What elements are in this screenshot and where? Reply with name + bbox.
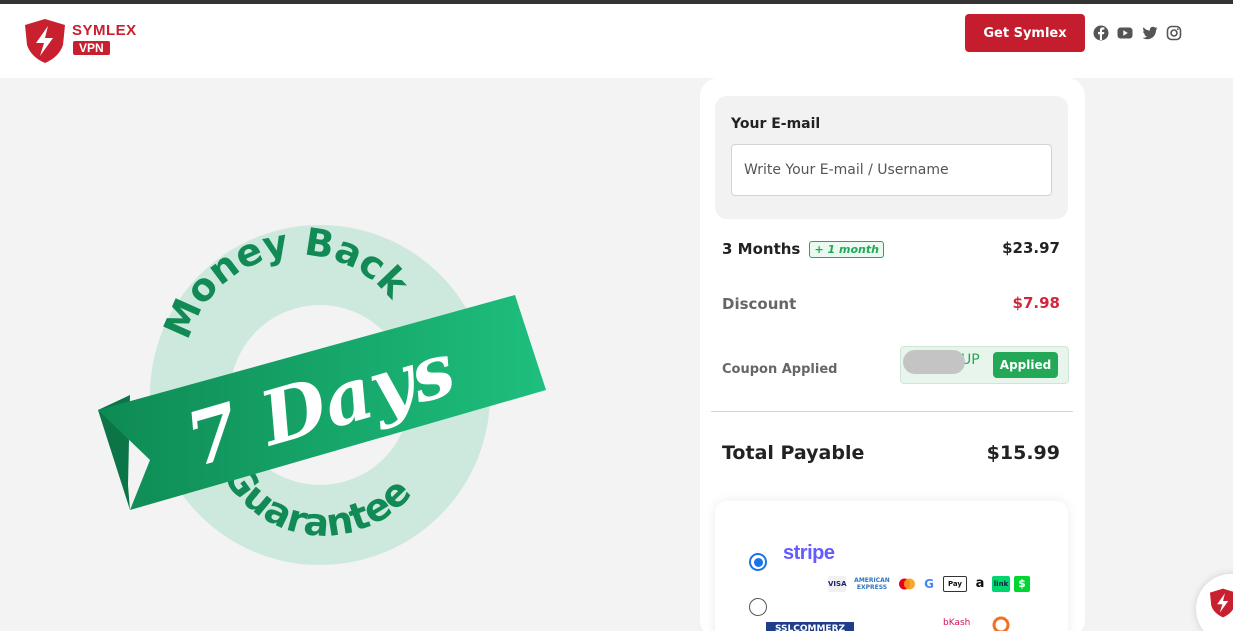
apple-pay-icon: Pay bbox=[943, 576, 967, 592]
sslcommerz-logo: SSLCOMMERZ bbox=[766, 622, 854, 631]
plan-bonus-badge: + 1 month bbox=[809, 241, 884, 258]
coupon-label: Coupon Applied bbox=[722, 362, 838, 377]
google-pay-icon: G bbox=[924, 577, 934, 591]
link-icon: link bbox=[992, 576, 1010, 592]
email-label: Your E-mail bbox=[731, 116, 821, 132]
twitter-icon[interactable] bbox=[1142, 25, 1158, 41]
amazon-pay-icon: a bbox=[975, 576, 985, 591]
stripe-logo: stripe bbox=[783, 542, 835, 564]
instagram-icon[interactable] bbox=[1166, 25, 1182, 41]
discount-row: Discount $7.98 bbox=[722, 294, 1060, 313]
coupon-applied-button[interactable]: Applied bbox=[993, 352, 1058, 378]
visa-icon: VISA bbox=[828, 576, 846, 592]
plan-row: 3 Months + 1 month $23.97 bbox=[722, 239, 1060, 258]
payment-radio-sslcommerz[interactable] bbox=[749, 598, 767, 616]
youtube-icon[interactable] bbox=[1117, 25, 1133, 41]
cash-app-icon: $ bbox=[1014, 576, 1030, 592]
total-row: Total Payable $15.99 bbox=[722, 442, 1060, 464]
plan-price: $23.97 bbox=[1002, 239, 1060, 257]
floating-chat-widget[interactable] bbox=[1196, 574, 1233, 631]
discount-label: Discount bbox=[722, 295, 797, 313]
payment-radio-stripe[interactable] bbox=[749, 553, 767, 571]
site-header: SYMLEX VPN Get Symlex bbox=[0, 4, 1233, 78]
email-section: Your E-mail bbox=[715, 96, 1068, 219]
money-back-guarantee-badge: Money Back Guarantee 7 Days bbox=[98, 220, 546, 565]
summary-divider bbox=[711, 411, 1073, 412]
symlex-vpn-logo[interactable]: SYMLEX VPN bbox=[22, 17, 152, 69]
total-label: Total Payable bbox=[722, 442, 865, 464]
coupon-field[interactable]: UP Applied bbox=[900, 346, 1069, 384]
discount-value: $7.98 bbox=[1012, 294, 1060, 312]
brand-name: SYMLEX bbox=[72, 22, 137, 39]
total-value: $15.99 bbox=[986, 442, 1060, 464]
amex-icon: AMERICAN EXPRESS bbox=[854, 577, 890, 591]
bkash-logo: bKash bbox=[943, 618, 971, 628]
nagad-logo-icon bbox=[992, 616, 1010, 631]
shield-logo-icon bbox=[25, 19, 65, 63]
mastercard-icon bbox=[899, 578, 915, 590]
coupon-code-redaction bbox=[903, 350, 965, 374]
payment-methods: stripe VISA AMERICAN EXPRESS G Pay a lin… bbox=[715, 501, 1068, 631]
email-input[interactable] bbox=[731, 144, 1052, 196]
plan-label: 3 Months bbox=[722, 240, 801, 258]
checkout-card: Your E-mail 3 Months + 1 month $23.97 Di… bbox=[700, 78, 1085, 631]
get-symlex-button[interactable]: Get Symlex bbox=[965, 14, 1085, 52]
symlex-shield-icon bbox=[1209, 588, 1233, 618]
facebook-icon[interactable] bbox=[1093, 25, 1109, 41]
brand-sub: VPN bbox=[73, 41, 110, 55]
